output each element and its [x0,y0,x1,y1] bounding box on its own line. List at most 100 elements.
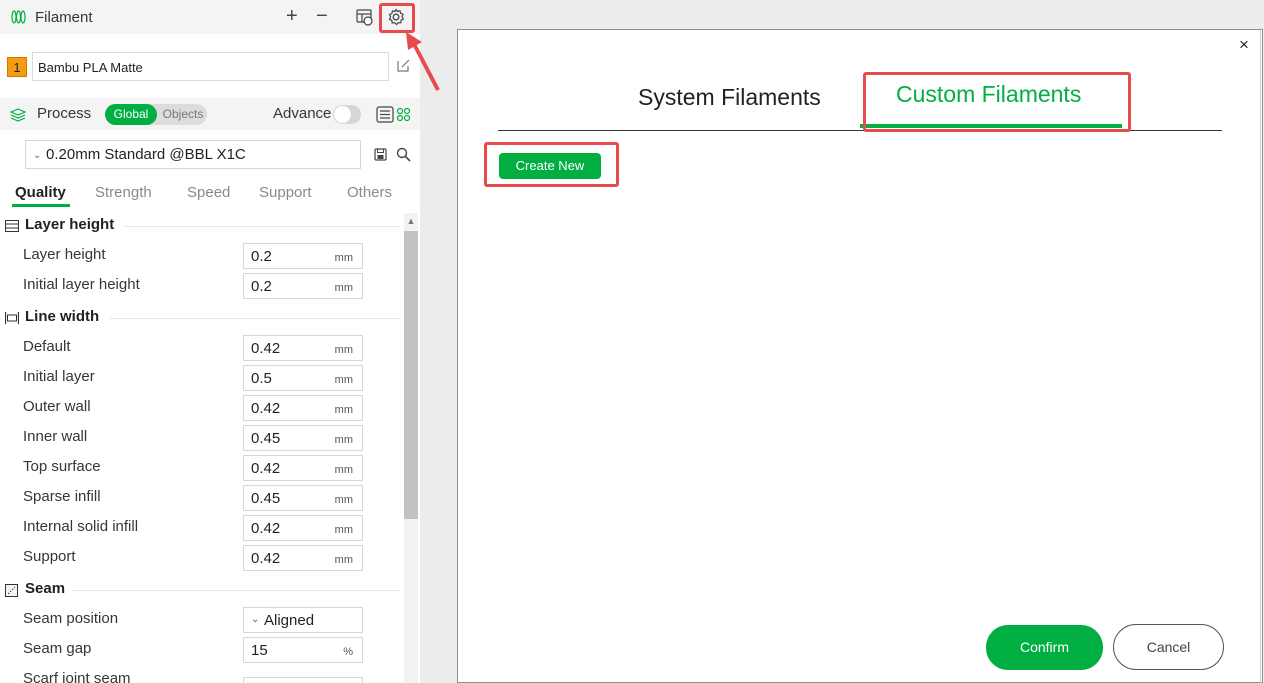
input-value: 0.5 [251,370,272,387]
global-option[interactable]: Global [105,104,157,125]
tab-support[interactable]: Support [259,184,312,201]
section-divider [110,318,400,319]
row-label: Outer wall [23,398,91,415]
settings-highlight-box [379,3,415,33]
initial-layer-height-input[interactable]: 0.2 mm [243,273,363,299]
input-unit: mm [334,282,353,294]
row-label: Inner wall [23,428,88,445]
tab-speed[interactable]: Speed [187,184,230,201]
row-label: Top surface [23,458,101,475]
advance-label: Advance [273,105,332,122]
search-icon[interactable] [396,147,411,162]
object-settings-icon[interactable] [396,107,411,122]
seam-icon [5,584,18,597]
filament-select[interactable]: Bambu PLA Matte [32,52,389,81]
close-icon[interactable]: × [1239,35,1249,55]
input-unit: mm [334,252,353,264]
row-label: Layer height [23,246,106,263]
input-value: 0.42 [251,520,281,537]
section-title: Seam [25,580,66,597]
scarf-joint-seam-select[interactable] [243,677,363,683]
save-icon[interactable] [374,148,387,161]
cancel-button[interactable]: Cancel [1113,624,1224,670]
input-value: 0.42 [251,550,281,567]
add-filament-button[interactable]: + [286,5,298,27]
line-width-default-input[interactable]: 0.42 mm [243,335,363,361]
tab-strength[interactable]: Strength [95,184,152,201]
advance-switch[interactable] [333,105,361,124]
section-title: Line width [25,308,100,325]
remove-filament-button[interactable]: − [316,5,328,27]
row-label: Internal solid infill [23,518,139,535]
row-label: Seam position [23,610,119,627]
line-width-sparse-infill-input[interactable]: 0.45 mm [243,485,363,511]
seam-gap-input[interactable]: 15 % [243,637,363,663]
input-unit: mm [334,434,353,446]
scrollbar-thumb[interactable] [404,231,418,519]
seam-position-select[interactable]: ⌄ Aligned [243,607,363,633]
input-value: 15 [251,642,268,659]
input-unit: mm [334,494,353,506]
process-preset-value: 0.20mm Standard @BBL X1C [46,146,246,163]
tab-system-filaments[interactable]: System Filaments [638,84,821,111]
row-label: Initial layer height [23,276,140,293]
create-new-highlight-box [484,142,619,187]
filament-slot-badge: 1 [7,57,27,77]
line-width-icon [5,312,19,324]
red-arrow-annotation [406,32,440,91]
list-view-icon[interactable] [376,106,394,123]
input-value: 0.45 [251,430,281,447]
global-objects-toggle[interactable]: Global Objects [105,104,207,125]
row-label: Initial layer [23,368,95,385]
filament-title: Filament [35,9,93,26]
row-label: Default [23,338,71,355]
line-width-internal-solid-infill-input[interactable]: 0.42 mm [243,515,363,541]
section-seam: Seam [0,580,400,602]
tab-others[interactable]: Others [347,184,392,201]
input-unit: % [343,646,353,658]
ams-sync-icon[interactable] [356,9,374,26]
input-unit: mm [334,524,353,536]
custom-tab-highlight-box [863,72,1131,132]
row-label: Seam gap [23,640,92,657]
process-preset-select[interactable]: ⌄ 0.20mm Standard @BBL X1C [25,140,361,169]
scroll-up-icon[interactable]: ▲ [404,213,418,229]
input-unit: mm [334,344,353,356]
input-unit: mm [334,374,353,386]
row-label: Scarf joint seam [23,670,131,683]
background-window-edge [1260,30,1261,683]
line-width-outer-wall-input[interactable]: 0.42 mm [243,395,363,421]
line-width-initial-layer-input[interactable]: 0.5 mm [243,365,363,391]
row-label: Sparse infill [23,488,101,505]
input-unit: mm [334,554,353,566]
settings-sidebar: Filament + − 1 Bambu PLA Matte Process G… [0,0,420,683]
layer-height-icon [5,220,19,232]
active-tab-indicator [12,204,70,207]
input-unit: mm [334,464,353,476]
input-value: 0.42 [251,400,281,417]
confirm-button[interactable]: Confirm [986,625,1103,670]
line-width-inner-wall-input[interactable]: 0.45 mm [243,425,363,451]
filament-spool-icon [11,10,26,24]
section-divider [124,226,400,227]
line-width-support-input[interactable]: 0.42 mm [243,545,363,571]
filament-manager-dialog: × System Filaments Custom Filaments Crea… [457,29,1263,683]
objects-option[interactable]: Objects [159,104,207,125]
input-value: 0.42 [251,340,281,357]
input-value: 0.42 [251,460,281,477]
section-divider [72,590,400,591]
section-layer-height: Layer height [0,216,400,238]
select-value: Aligned [264,612,315,629]
filament-select-value: Bambu PLA Matte [38,60,143,75]
tab-quality[interactable]: Quality [15,184,66,201]
layers-icon [10,108,26,122]
app-window: Filament + − 1 Bambu PLA Matte Process G… [0,0,1264,683]
input-value: 0.2 [251,248,272,265]
line-width-top-surface-input[interactable]: 0.42 mm [243,455,363,481]
filament-header: Filament + − [0,0,420,34]
section-title: Layer height [25,216,115,233]
input-value: 0.2 [251,278,272,295]
chevron-down-icon: ⌄ [33,150,42,161]
process-title: Process [37,105,92,122]
layer-height-input[interactable]: 0.2 mm [243,243,363,269]
